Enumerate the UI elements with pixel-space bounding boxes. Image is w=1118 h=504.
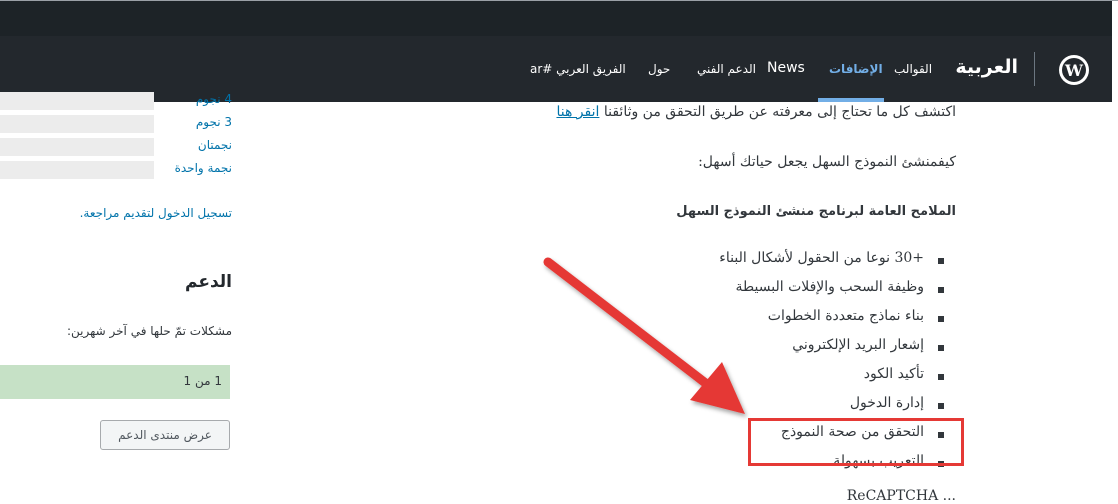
rating-row[interactable]: نجمة واحدة <box>0 159 232 179</box>
support-stats-text: مشكلات تمّ حلها في آخر شهرين: <box>66 324 232 338</box>
rating-bar <box>0 92 154 110</box>
annotation-highlight-box <box>748 418 964 466</box>
rating-row[interactable]: 4 نجوم <box>0 90 232 110</box>
nav-themes[interactable]: القوالب <box>894 62 932 76</box>
header-divider <box>1034 52 1035 86</box>
rating-label[interactable]: نجمتان <box>198 138 232 152</box>
list-item: بناء نماذج متعددة الخطوات <box>719 308 950 337</box>
howto-paragraph: كيفمنشئ النموذج السهل يجعل حياتك أسهل: <box>698 154 956 170</box>
view-support-forum-button[interactable]: عرض منتدى الدعم <box>100 420 230 450</box>
window-top-strip <box>0 0 1118 37</box>
nav-news[interactable]: News <box>767 60 805 76</box>
nav-support[interactable]: الدعم الفني <box>697 62 756 76</box>
resolved-count: 1 من 1 <box>183 374 222 388</box>
list-item: +30 نوعا من الحقول لأشكال البناء <box>719 250 950 279</box>
nav-plugins[interactable]: الإضافات <box>829 62 883 76</box>
rating-row[interactable]: 3 نجوم <box>0 113 232 133</box>
resolved-issues-bar: 1 من 1 <box>0 365 230 399</box>
list-item: إشعار البريد الإلكتروني <box>719 337 950 366</box>
wordpress-logo-icon[interactable]: W <box>1059 55 1089 85</box>
nav-about[interactable]: حول <box>648 62 670 76</box>
intro-paragraph: اكتشف كل ما تحتاج إلى معرفته عن طريق الت… <box>556 104 956 120</box>
rating-bar <box>0 115 154 133</box>
rating-row[interactable]: نجمتان <box>0 136 232 156</box>
rating-label[interactable]: 3 نجوم <box>196 115 232 129</box>
list-item: تأكيد الكود <box>719 366 950 395</box>
intro-text: اكتشف كل ما تحتاج إلى معرفته عن طريق الت… <box>603 104 956 120</box>
list-item: وظيفة السحب والإفلات البسيطة <box>719 279 950 308</box>
support-heading: الدعم <box>185 272 232 292</box>
top-dark-bar <box>0 1 1112 37</box>
partial-list-line: ... ReCAPTCHA <box>846 488 956 504</box>
rating-label[interactable]: 4 نجوم <box>196 92 232 106</box>
docs-link[interactable]: انقر هنا <box>556 104 599 120</box>
rating-label[interactable]: نجمة واحدة <box>175 161 232 175</box>
top-edge <box>1112 1 1118 37</box>
features-heading: الملامح العامة لبرنامج منشئ النموذج السه… <box>676 204 956 219</box>
header-edge <box>1112 36 1118 102</box>
plugin-sidebar: 4 نجوم 3 نجوم نجمتان نجمة واحدة تسجيل ال… <box>0 92 240 496</box>
rating-bar <box>0 161 154 179</box>
rating-bar <box>0 138 154 156</box>
login-to-review-link[interactable]: تسجيل الدخول لتقديم مراجعة. <box>80 206 232 220</box>
nav-arabic-team[interactable]: ar# الفريق العربي <box>530 62 626 76</box>
site-title[interactable]: العربية <box>940 56 1018 78</box>
